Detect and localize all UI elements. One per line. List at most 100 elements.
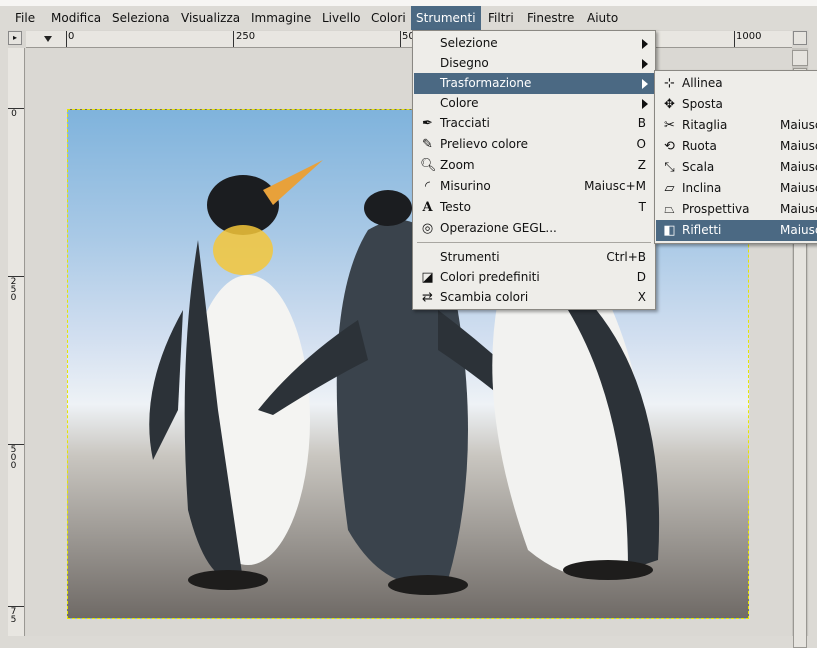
menu-item-strumenti[interactable]: Strumenti Ctrl+B: [414, 247, 654, 268]
menu-item-label: Zoom: [440, 158, 475, 172]
penguin-left-chest: [213, 225, 273, 275]
menu-item-label: Prospettiva: [682, 202, 750, 216]
ruler-label: 250: [10, 277, 17, 303]
scale-icon: ⤡: [664, 160, 675, 175]
menu-item-allinea[interactable]: ⊹ Allinea: [656, 73, 817, 94]
menu-accel: Maiusc: [780, 223, 817, 237]
penguin-left-flipper: [149, 310, 183, 460]
menu-item-label: Scambia colori: [440, 290, 529, 304]
menu-item-inclina[interactable]: ▱ Inclina Maiusc: [656, 178, 817, 199]
menu-item-label: Tracciati: [440, 116, 490, 130]
menu-file[interactable]: File: [10, 6, 40, 30]
ruler-tick: [8, 276, 24, 277]
ruler-label: 250: [236, 31, 256, 42]
menu-accel: Maiusc: [780, 181, 817, 195]
menu-item-ruota[interactable]: ⟲ Ruota Maiusc: [656, 136, 817, 157]
menu-item-label: Rifletti: [682, 223, 722, 237]
menu-item-zoom[interactable]: 🔍︎ Zoom Z: [414, 155, 654, 176]
menu-item-selezione[interactable]: Selezione: [414, 33, 654, 54]
menu-modifica[interactable]: Modifica: [46, 6, 106, 30]
menu-accel: Maiusc: [780, 139, 817, 153]
menu-item-label: Strumenti: [440, 250, 500, 264]
menu-accel: T: [638, 200, 646, 214]
tools-menu: Selezione Disegno Trasformazione Colore …: [412, 30, 656, 310]
menu-accel: Maiusc: [780, 202, 817, 216]
quick-mask-toggle-icon[interactable]: ▸: [8, 31, 22, 45]
ruler-label: 500: [10, 445, 17, 471]
penguin-left-feet: [188, 570, 268, 590]
menu-accel: Maiusc+M: [584, 179, 646, 193]
menu-strumenti[interactable]: Strumenti: [411, 6, 481, 30]
menu-item-operazione-gegl[interactable]: ◎ Operazione GEGL...: [414, 218, 654, 239]
ruler-pointer-icon: [44, 36, 52, 42]
menubar: File Modifica Seleziona Visualizza Immag…: [8, 6, 808, 30]
menu-item-label: Trasformazione: [440, 76, 532, 90]
menu-aiuto[interactable]: Aiuto: [582, 6, 623, 30]
menu-livello[interactable]: Livello: [317, 6, 366, 30]
menu-accel: X: [637, 290, 646, 304]
menu-accel: Ctrl+B: [606, 250, 646, 264]
menu-item-label: Colori predefiniti: [440, 270, 540, 284]
ruler-tick: [8, 444, 24, 445]
move-icon: ✥: [664, 97, 675, 112]
zoom-fit-icon[interactable]: [793, 31, 807, 45]
menu-item-label: Inclina: [682, 181, 722, 195]
perspective-icon: ⏢: [664, 202, 675, 217]
swap-colors-icon: ⇄: [422, 290, 433, 305]
vertical-ruler[interactable]: 0 250 500 75: [8, 48, 25, 636]
zoom-icon: 🔍︎: [420, 158, 437, 173]
menu-seleziona[interactable]: Seleziona: [107, 6, 175, 30]
ruler-tick: [400, 31, 401, 47]
menu-item-disegno[interactable]: Disegno: [414, 53, 654, 74]
scroll-up-arrow-icon[interactable]: [792, 50, 808, 66]
penguin-middle-feet: [388, 575, 468, 595]
menu-item-scala[interactable]: ⤡ Scala Maiusc: [656, 157, 817, 178]
ruler-label: 0: [68, 31, 75, 42]
menu-finestre[interactable]: Finestre: [522, 6, 579, 30]
menu-accel: Maiusc: [780, 118, 817, 132]
menu-accel: D: [636, 270, 646, 284]
menu-item-label: Colore: [440, 96, 479, 110]
menu-item-label: Allinea: [682, 76, 723, 90]
menu-item-prospettiva[interactable]: ⏢ Prospettiva Maiusc: [656, 199, 817, 220]
menu-item-prelievo-colore[interactable]: ✎ Prelievo colore O: [414, 134, 654, 155]
menu-item-scambia-colori[interactable]: ⇄ Scambia colori X: [414, 287, 654, 308]
menu-item-misurino[interactable]: ◜ Misurino Maiusc+M: [414, 176, 654, 197]
penguin-right-feet: [563, 560, 653, 580]
menu-filtri[interactable]: Filtri: [483, 6, 519, 30]
menu-visualizza[interactable]: Visualizza: [176, 6, 245, 30]
penguin-middle-head: [364, 190, 412, 226]
menu-separator: [417, 242, 651, 243]
menu-immagine[interactable]: Immagine: [246, 6, 316, 30]
path-icon: ✒: [422, 116, 433, 131]
text-icon: A: [422, 200, 433, 215]
shear-icon: ▱: [664, 181, 675, 196]
menu-item-rifletti[interactable]: ◧ Rifletti Maiusc: [656, 220, 817, 241]
ruler-label: 0: [11, 109, 17, 119]
align-icon: ⊹: [664, 76, 675, 91]
menu-colori[interactable]: Colori: [366, 6, 411, 30]
horizontal-ruler[interactable]: 0 250 50 1000: [26, 31, 792, 48]
ruler-label: 1000: [736, 31, 762, 42]
flip-icon: ◧: [663, 223, 676, 238]
measure-icon: ◜: [424, 179, 431, 194]
menu-item-label: Ritaglia: [682, 118, 728, 132]
ruler-tick: [8, 108, 24, 109]
ruler-tick: [734, 31, 735, 47]
menu-item-trasformazione[interactable]: Trasformazione: [414, 73, 654, 94]
menu-item-colore[interactable]: Colore: [414, 93, 654, 114]
menu-item-tracciati[interactable]: ✒ Tracciati B: [414, 113, 654, 134]
menu-accel: O: [636, 137, 646, 151]
menu-item-label: Ruota: [682, 139, 717, 153]
menu-item-label: Operazione GEGL...: [440, 221, 557, 235]
ruler-label: 75: [10, 607, 17, 625]
ruler-tick: [66, 31, 67, 47]
menu-item-ritaglia[interactable]: ✂ Ritaglia Maiusc: [656, 115, 817, 136]
menu-item-sposta[interactable]: ✥ Sposta: [656, 94, 817, 115]
menu-item-testo[interactable]: A Testo T: [414, 197, 654, 218]
default-colors-icon: ◪: [421, 270, 434, 285]
menu-accel: B: [637, 116, 646, 130]
gegl-icon: ◎: [421, 221, 434, 236]
submenu-arrow-icon: [642, 99, 648, 109]
menu-item-colori-predefiniti[interactable]: ◪ Colori predefiniti D: [414, 267, 654, 288]
